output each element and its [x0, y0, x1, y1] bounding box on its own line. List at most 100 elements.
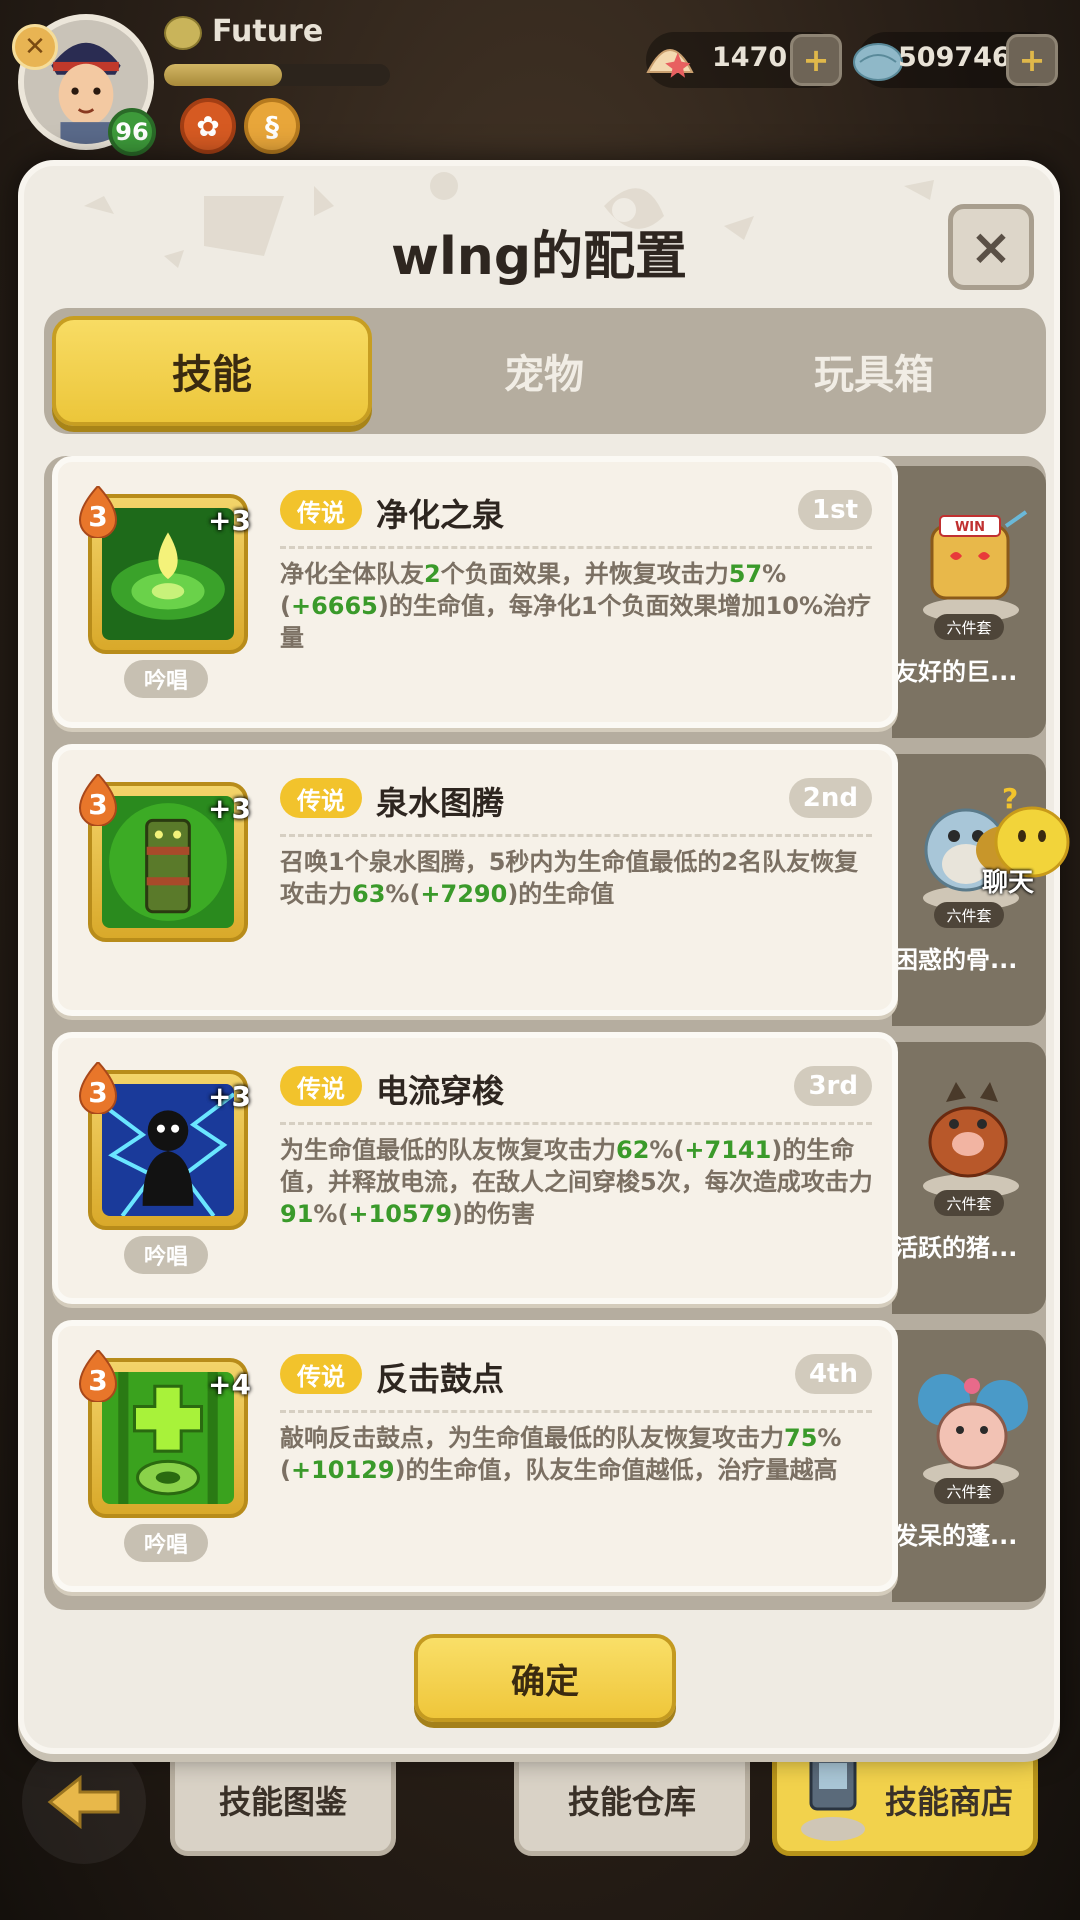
- desc-text: 个负面效果，并恢复攻击力: [440, 560, 729, 588]
- card-divider: [280, 834, 872, 837]
- desc-text: )的生命值: [507, 880, 615, 908]
- desc-value: 2: [424, 560, 441, 588]
- confirm-button[interactable]: 确定: [414, 1634, 676, 1722]
- skill-shop-label: 技能商店: [884, 1783, 1013, 1821]
- currency-shell-value: 1470: [712, 42, 788, 73]
- avatar-close-icon[interactable]: ✕: [12, 24, 58, 70]
- skill-plus-level: +3: [208, 1080, 251, 1113]
- skill-name: 泉水图腾: [376, 784, 505, 822]
- skill-description: 召唤1个泉水图腾，5秒内为生命值最低的2名队友恢复攻击力63%(+7290)的生…: [280, 846, 876, 910]
- player-name: Future: [212, 14, 324, 49]
- skill-description: 敲响反击鼓点，为生命值最低的队友恢复攻击力75%(+10129)的生命值，队友生…: [280, 1422, 876, 1486]
- skill-level-badge: 3: [76, 486, 120, 538]
- svg-text:WIN: WIN: [955, 520, 985, 535]
- exp-bar: [164, 64, 390, 86]
- rank-tag: 3rd: [794, 1066, 872, 1106]
- rank-tag: 1st: [798, 490, 872, 530]
- rarity-tag: 传说: [280, 1354, 362, 1394]
- exp-bar-fill: [164, 64, 282, 86]
- pet-name: 困惑的骨...: [894, 946, 1018, 974]
- pet-set-badge: 六件套: [934, 1190, 1004, 1216]
- skill-shop-button[interactable]: 技能商店: [772, 1744, 1038, 1856]
- skill-card-3[interactable]: 3 +3 吟唱 传说 电流穿梭 3rd 为生命值最低的队友恢复攻击力62%(+7…: [52, 1032, 898, 1304]
- pet-panel-4[interactable]: 六件套 发呆的蓬...: [892, 1330, 1046, 1602]
- currency-gem-value: 509746: [898, 42, 1011, 73]
- pet-name: 活跃的猪...: [894, 1234, 1018, 1262]
- skill-level-badge: 3: [76, 1062, 120, 1114]
- skill-level-badge: 3: [76, 774, 120, 826]
- desc-value: 75: [784, 1424, 818, 1452]
- desc-text: 净化全体队友: [280, 560, 424, 588]
- rank-tag: 4th: [794, 1354, 872, 1394]
- config-dialog: wlng的配置 × 技能 宠物 玩具箱 WIN 六件套 友好的巨... 3 +3…: [18, 160, 1060, 1754]
- skill-plus-level: +3: [208, 504, 251, 537]
- skill-list: WIN 六件套 友好的巨... 3 +3 吟唱 传说 净化之泉 1st 净化全体…: [44, 456, 1046, 1610]
- skill-plus-level: +4: [208, 1368, 251, 1401]
- skill-name: 反击鼓点: [376, 1360, 505, 1398]
- pet-set-badge: 六件套: [934, 1478, 1004, 1504]
- desc-value: 57: [728, 560, 763, 588]
- player-level-badge: 96: [108, 108, 156, 156]
- skill-name: 电流穿梭: [376, 1072, 505, 1110]
- card-divider: [280, 546, 872, 549]
- tab-toybox[interactable]: 玩具箱: [714, 316, 1034, 426]
- pet-panel-1[interactable]: WIN 六件套 友好的巨...: [892, 466, 1046, 738]
- desc-value: +7141: [684, 1136, 772, 1164]
- skill-level-badge: 3: [76, 1350, 120, 1402]
- desc-text: %(: [649, 1136, 685, 1164]
- chat-label[interactable]: 聊天: [982, 862, 1034, 899]
- desc-text: )的伤害: [452, 1200, 535, 1228]
- chant-tag: 吟唱: [124, 1524, 208, 1562]
- back-arrow-icon: [47, 1774, 120, 1830]
- rarity-tag: 传说: [280, 778, 362, 818]
- desc-value: 62: [616, 1136, 650, 1164]
- rank-tag: 2nd: [788, 778, 872, 818]
- dialog-title: wlng的配置: [390, 227, 688, 287]
- shell-icon: [646, 49, 694, 78]
- buff-icon-gold[interactable]: §: [244, 98, 300, 154]
- pet-name: 友好的巨...: [894, 658, 1018, 686]
- currency-shell: 1470 +: [646, 32, 842, 88]
- add-gem-button[interactable]: +: [1006, 34, 1058, 86]
- desc-text: 为生命值最低的队友恢复攻击力: [280, 1136, 616, 1164]
- chant-tag: 吟唱: [124, 660, 208, 698]
- top-hud: ✕ 96 Future ✿ § 1470 + 509746 +: [0, 0, 1080, 160]
- desc-text: %(: [313, 1200, 349, 1228]
- buff-icon-orange[interactable]: ✿: [180, 98, 236, 154]
- card-divider: [280, 1410, 872, 1413]
- card-divider: [280, 1122, 872, 1125]
- desc-value: +6665: [290, 592, 378, 620]
- rarity-tag: 传说: [280, 490, 362, 530]
- desc-value: 63: [352, 880, 386, 908]
- skill-storage-button[interactable]: 技能仓库: [514, 1744, 750, 1856]
- skill-description: 为生命值最低的队友恢复攻击力62%(+7141)的生命值，并释放电流，在敌人之间…: [280, 1134, 876, 1230]
- currency-gem: 509746 +: [853, 32, 1058, 88]
- pet-set-badge: 六件套: [934, 902, 1004, 928]
- desc-text: 敲响反击鼓点，为生命值最低的队友恢复攻击力: [280, 1424, 784, 1452]
- skill-plus-level: +3: [208, 792, 251, 825]
- add-shell-button[interactable]: +: [790, 34, 842, 86]
- tab-pets[interactable]: 宠物: [384, 316, 704, 426]
- back-button[interactable]: [22, 1740, 146, 1864]
- desc-value: +7290: [420, 880, 508, 908]
- pet-panel-3[interactable]: 六件套 活跃的猪...: [892, 1042, 1046, 1314]
- chant-tag: 吟唱: [124, 1236, 208, 1274]
- desc-value: +10129: [290, 1456, 395, 1484]
- skill-description: 净化全体队友2个负面效果，并恢复攻击力57%(+6665)的生命值，每净化1个负…: [280, 558, 876, 654]
- pet-name: 发呆的蓬...: [894, 1522, 1018, 1550]
- pet-robot-icon: WIN: [923, 510, 1028, 622]
- tab-skills[interactable]: 技能: [52, 316, 372, 426]
- skill-name: 净化之泉: [376, 496, 505, 534]
- shop-machine-icon: [801, 1751, 865, 1841]
- pet-set-badge: 六件套: [934, 614, 1004, 640]
- desc-value: 91: [280, 1200, 314, 1228]
- skill-card-1[interactable]: 3 +3 吟唱 传说 净化之泉 1st 净化全体队友2个负面效果，并恢复攻击力5…: [52, 456, 898, 728]
- pet-fluffy-icon: [918, 1374, 1028, 1486]
- skill-card-4[interactable]: 3 +4 吟唱 传说 反击鼓点 4th 敲响反击鼓点，为生命值最低的队友恢复攻击…: [52, 1320, 898, 1592]
- pet-boar-icon: [923, 1082, 1019, 1198]
- skill-card-2[interactable]: 3 +3 传说 泉水图腾 2nd 召唤1个泉水图腾，5秒内为生命值最低的2名队友…: [52, 744, 898, 1016]
- skill-codex-button[interactable]: 技能图鉴: [170, 1744, 396, 1856]
- desc-text: )的生命值，队友生命值越低，治疗量越高: [394, 1456, 838, 1484]
- tab-bar: 技能 宠物 玩具箱: [44, 308, 1046, 434]
- dialog-close-button[interactable]: ×: [948, 204, 1034, 290]
